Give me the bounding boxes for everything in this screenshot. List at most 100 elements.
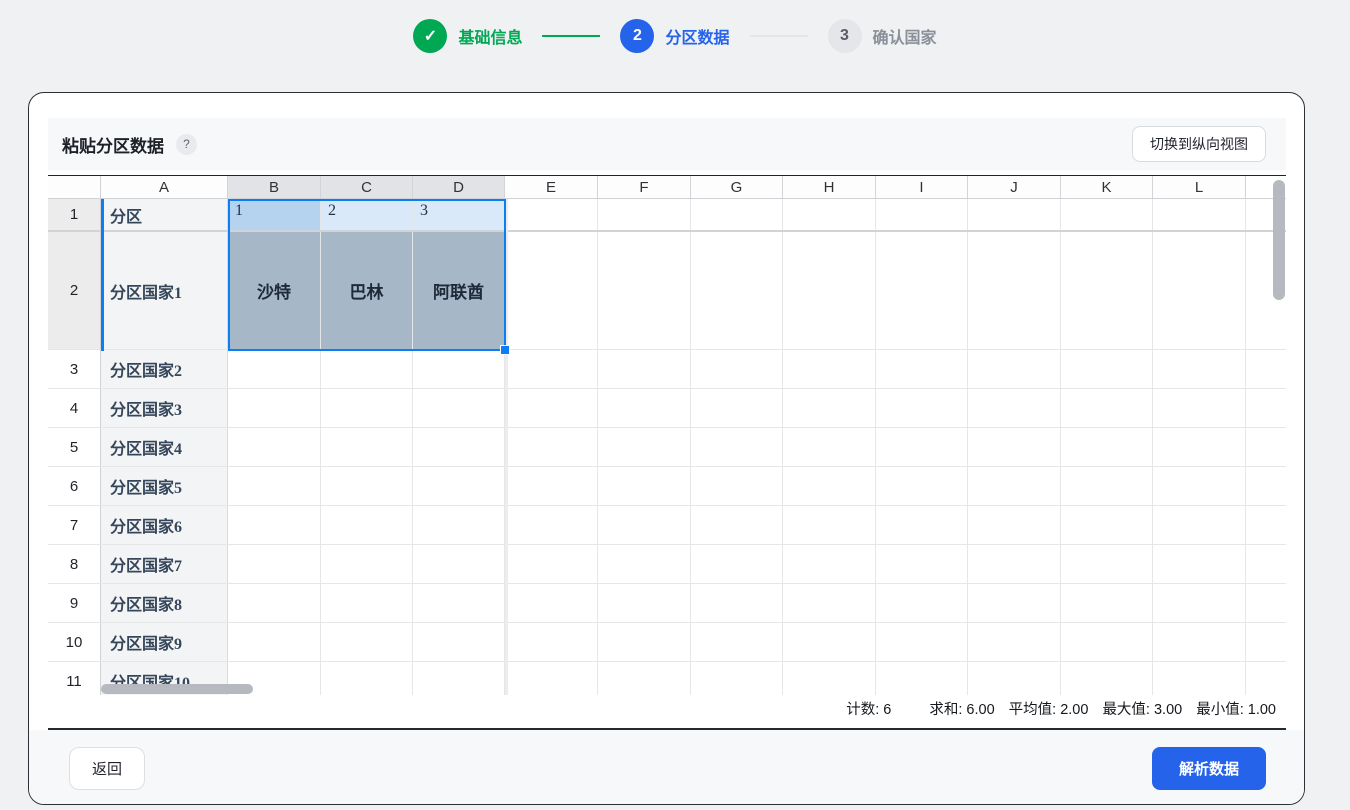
cell[interactable] [691,232,783,349]
cell[interactable] [321,389,413,427]
row-number[interactable]: 10 [48,623,101,661]
row-label-cell[interactable]: 分区 [101,199,228,230]
row-number[interactable]: 5 [48,428,101,466]
cell[interactable] [1153,506,1246,544]
cell[interactable] [413,467,505,505]
row-label-cell[interactable]: 分区国家3 [101,389,228,427]
cell[interactable] [1153,350,1246,388]
cell[interactable] [1061,232,1153,349]
cell[interactable] [968,584,1061,622]
column-header-D[interactable]: D [413,176,505,198]
column-header-I[interactable]: I [876,176,968,198]
cell[interactable] [413,545,505,583]
row-label-cell[interactable]: 分区国家4 [101,428,228,466]
row-label-cell[interactable]: 分区国家9 [101,623,228,661]
cell[interactable] [321,506,413,544]
column-header-G[interactable]: G [691,176,783,198]
switch-to-vertical-view-button[interactable]: 切换到纵向视图 [1132,126,1266,162]
cell[interactable] [321,428,413,466]
row-number[interactable]: 1 [48,199,101,230]
row-number[interactable]: 6 [48,467,101,505]
cell[interactable]: 巴林 [321,232,413,349]
cell[interactable] [228,389,321,427]
cell[interactable] [1061,389,1153,427]
cell[interactable] [505,428,598,466]
cell[interactable] [598,232,691,349]
cell[interactable] [228,428,321,466]
cell[interactable] [876,545,968,583]
row-number[interactable]: 4 [48,389,101,427]
cell[interactable] [413,350,505,388]
row-number[interactable]: 7 [48,506,101,544]
step-basic-info[interactable]: ✓ 基础信息 [413,19,522,53]
help-icon[interactable]: ? [176,134,197,155]
cell[interactable] [505,662,598,695]
cell[interactable] [1061,199,1153,230]
column-header-L[interactable]: L [1153,176,1246,198]
cell[interactable] [876,506,968,544]
cell[interactable] [598,584,691,622]
column-header-C[interactable]: C [321,176,413,198]
cell[interactable] [321,662,413,695]
cell[interactable] [691,467,783,505]
cell[interactable] [321,467,413,505]
cell[interactable] [598,428,691,466]
cell[interactable] [1153,389,1246,427]
cell[interactable] [691,428,783,466]
cell[interactable] [783,623,876,661]
cell[interactable] [598,662,691,695]
row-label-cell[interactable]: 分区国家7 [101,545,228,583]
cell[interactable] [1061,623,1153,661]
column-header-H[interactable]: H [783,176,876,198]
row-label-cell[interactable]: 分区国家5 [101,467,228,505]
cell[interactable] [691,350,783,388]
cell[interactable] [505,467,598,505]
cell[interactable] [783,506,876,544]
cell[interactable] [1061,428,1153,466]
cell[interactable] [1061,545,1153,583]
cell[interactable] [783,467,876,505]
cell[interactable]: 2 [321,199,413,230]
cell[interactable] [968,467,1061,505]
column-header-J[interactable]: J [968,176,1061,198]
cell[interactable] [598,506,691,544]
cell[interactable] [691,662,783,695]
cell[interactable] [228,506,321,544]
row-number[interactable]: 11 [48,662,101,695]
cell[interactable] [413,389,505,427]
cell[interactable] [968,389,1061,427]
cell[interactable] [228,350,321,388]
cell[interactable] [968,545,1061,583]
cell[interactable]: 3 [413,199,505,230]
cell[interactable] [1153,662,1246,695]
column-header-A[interactable]: A [101,176,228,198]
cell[interactable] [876,584,968,622]
horizontal-scrollbar-thumb[interactable] [101,684,253,694]
cell[interactable]: 沙特 [228,232,321,349]
cell[interactable] [876,428,968,466]
cell[interactable] [783,545,876,583]
cell[interactable] [598,623,691,661]
cell[interactable] [691,623,783,661]
row-number[interactable]: 8 [48,545,101,583]
cell[interactable] [505,350,598,388]
row-number[interactable]: 2 [48,232,101,349]
cell[interactable]: 1 [228,199,321,230]
cell[interactable] [1153,232,1246,349]
cell[interactable] [228,623,321,661]
row-number[interactable]: 3 [48,350,101,388]
cell[interactable] [1061,662,1153,695]
cell[interactable] [876,467,968,505]
cell[interactable] [691,545,783,583]
cell[interactable] [1153,428,1246,466]
cell[interactable] [505,506,598,544]
cell[interactable] [876,199,968,230]
cell[interactable] [1153,584,1246,622]
cell[interactable] [876,389,968,427]
cell[interactable] [505,199,598,230]
cell[interactable] [783,350,876,388]
cell[interactable] [783,662,876,695]
row-label-cell[interactable]: 分区国家8 [101,584,228,622]
cell[interactable] [413,506,505,544]
cell[interactable] [413,623,505,661]
